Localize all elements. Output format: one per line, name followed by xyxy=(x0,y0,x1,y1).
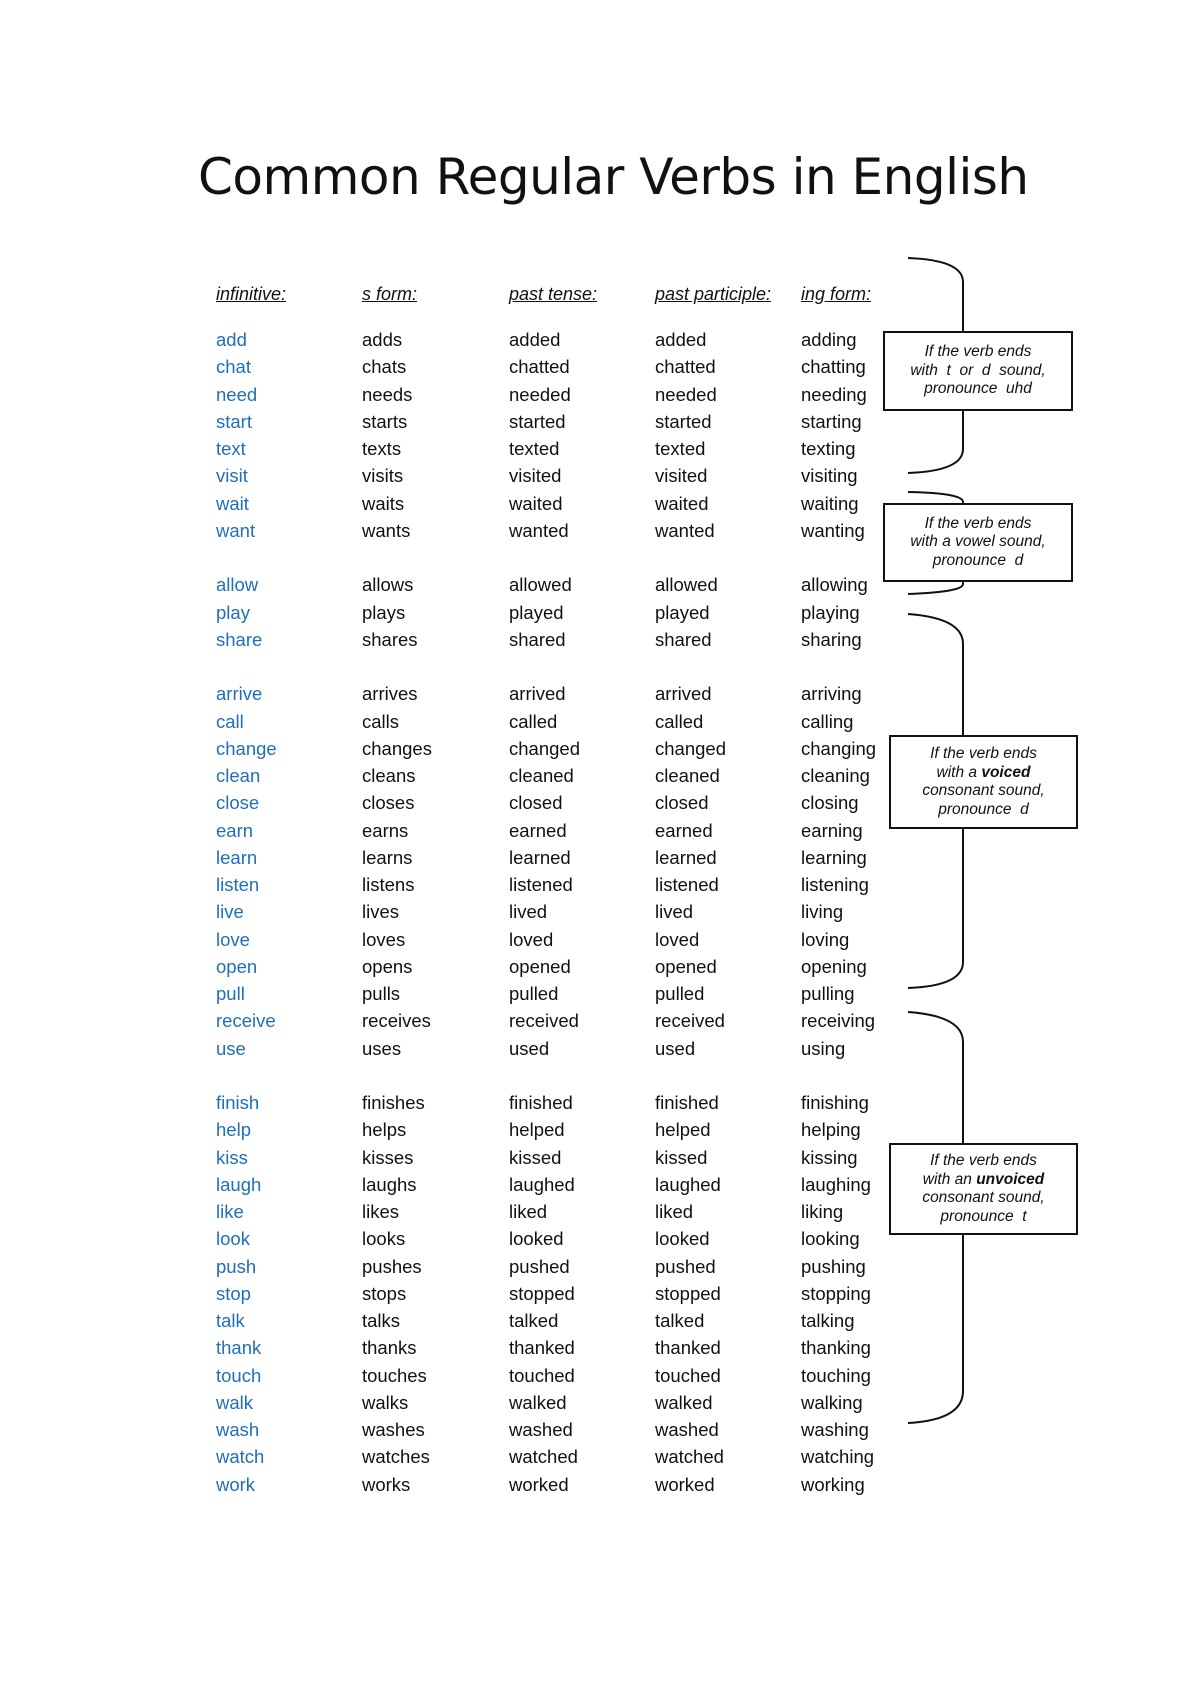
note-line: If the verb ends xyxy=(924,343,1032,361)
note-line: with a vowel sound, xyxy=(910,533,1046,551)
note-t-d-sound: If the verb ends with t or d sound, pron… xyxy=(883,331,1073,411)
note-line: consonant sound, xyxy=(922,782,1045,799)
note-line: If the verb ends xyxy=(930,745,1037,762)
note-unvoiced-consonant: If the verb ends with an unvoiced consonan… xyxy=(889,1143,1078,1235)
note-emphasis: unvoiced xyxy=(976,1170,1045,1188)
note-voiced-consonant: If the verb ends with a voiced consonant s… xyxy=(889,735,1078,829)
note-vowel-sound: If the verb ends with a vowel sound, pro… xyxy=(883,503,1073,582)
note-line: pronounce d xyxy=(932,551,1024,569)
note-line: pronounce t xyxy=(940,1207,1027,1225)
note-line: with an unvoiced xyxy=(891,1171,1076,1190)
note-line: If the verb ends xyxy=(924,514,1032,532)
note-line: with t or d sound, xyxy=(910,361,1046,379)
note-text: with an xyxy=(922,1170,977,1188)
note-line: consonant sound, xyxy=(922,1189,1045,1206)
note-line: pronounce d xyxy=(938,800,1029,818)
note-line: If the verb ends xyxy=(930,1152,1037,1169)
note-text: with a xyxy=(936,763,982,781)
note-line: with a voiced xyxy=(891,764,1076,783)
note-emphasis: voiced xyxy=(981,763,1031,781)
note-line: pronounce uhd xyxy=(924,380,1032,398)
group-brackets xyxy=(907,257,964,1424)
